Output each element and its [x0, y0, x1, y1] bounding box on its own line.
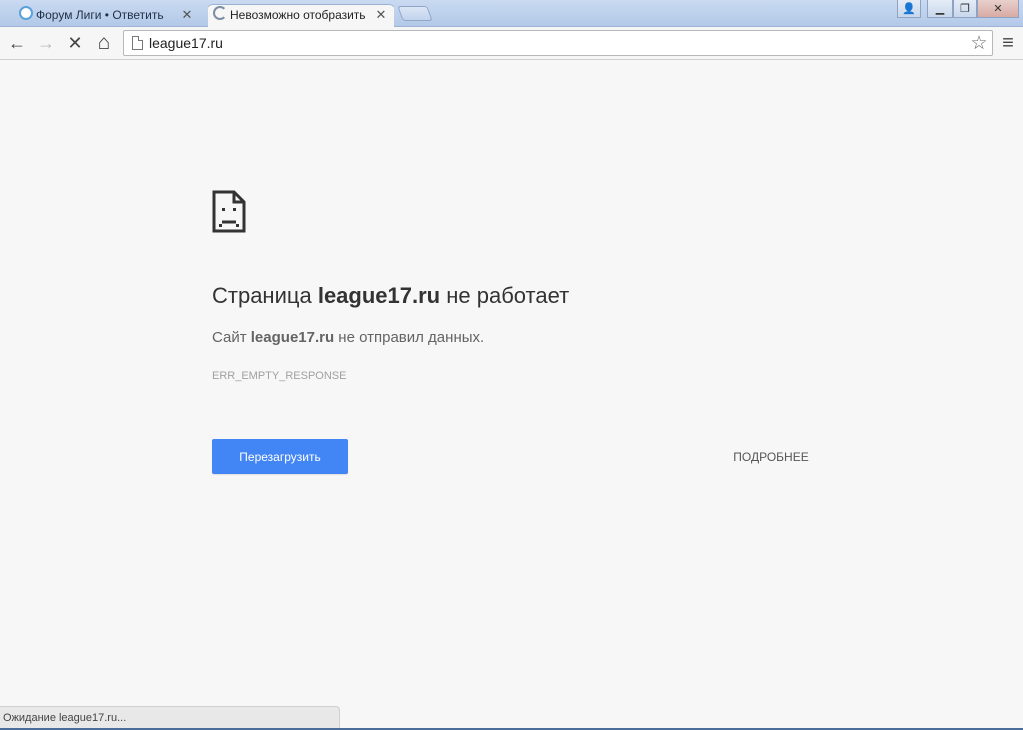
tab-forum[interactable]: Форум Лиги • Ответить ✕	[14, 2, 200, 27]
bookmark-star-icon[interactable]: ☆	[966, 32, 992, 55]
tab-title: Невозможно отобразить	[230, 7, 366, 22]
url-text[interactable]: league17.ru	[149, 35, 966, 51]
tab-error[interactable]: Невозможно отобразить ✕	[208, 2, 394, 27]
user-profile-icon[interactable]: 👤	[897, 0, 921, 18]
favicon-icon	[19, 6, 33, 20]
reload-button[interactable]: Перезагрузить	[212, 439, 348, 474]
home-button[interactable]: ⌂	[92, 31, 116, 55]
details-button[interactable]: ПОДРОБНЕЕ	[712, 439, 830, 474]
error-code: ERR_EMPTY_RESPONSE	[212, 370, 347, 382]
tab-title: Форум Лиги • Ответить	[36, 7, 164, 22]
back-button[interactable]: ←	[5, 31, 29, 55]
error-description: Сайт league17.ru не отправил данных.	[212, 329, 485, 346]
minimize-button[interactable]: ▁	[927, 0, 953, 18]
new-tab-button[interactable]	[397, 6, 433, 21]
close-window-button[interactable]: ✕	[977, 0, 1019, 18]
loading-spinner-icon	[213, 6, 227, 20]
tab-strip: Форум Лиги • Ответить ✕ Невозможно отобр…	[0, 0, 1023, 27]
stop-button[interactable]: ✕	[63, 31, 87, 55]
page-icon	[132, 36, 143, 50]
tab-close-icon[interactable]: ✕	[180, 4, 194, 26]
status-bubble: Ожидание league17.ru...	[0, 706, 340, 728]
restore-button[interactable]: ❐	[953, 0, 977, 18]
forward-button[interactable]: →	[34, 31, 58, 55]
sad-page-icon	[212, 190, 246, 233]
toolbar: ← → ✕ ⌂ league17.ru ☆ ≡	[0, 27, 1023, 60]
error-heading: Страница league17.ru не работает	[212, 283, 570, 308]
address-bar[interactable]: league17.ru ☆	[123, 30, 993, 56]
tab-close-icon[interactable]: ✕	[374, 4, 388, 26]
menu-icon[interactable]: ≡	[996, 31, 1020, 55]
